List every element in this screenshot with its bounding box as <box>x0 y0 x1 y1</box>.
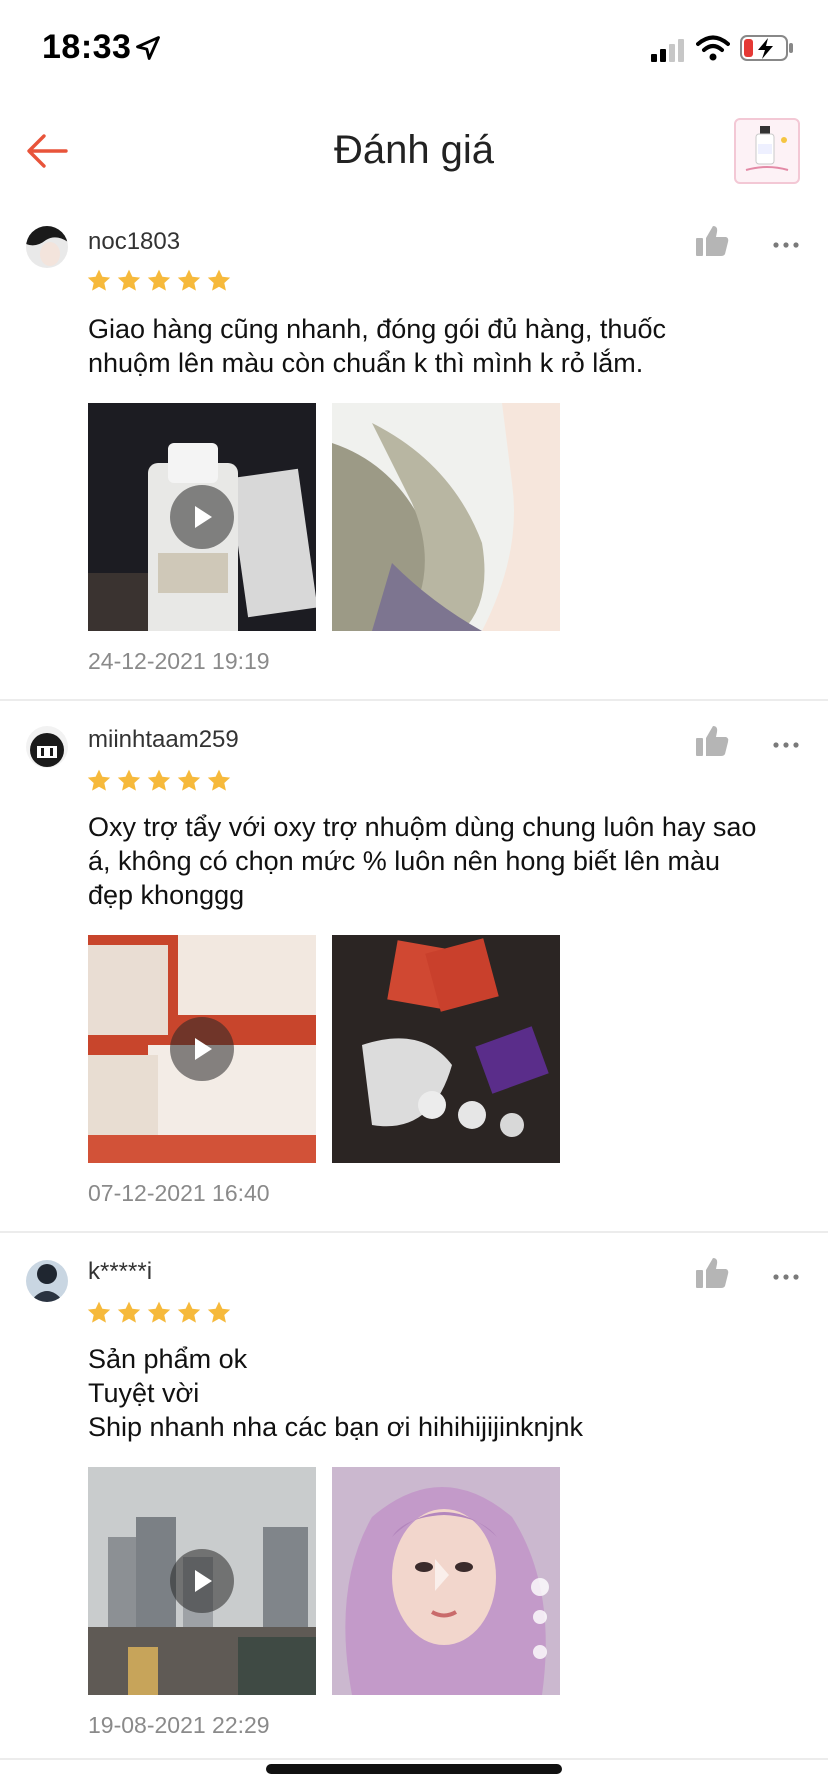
thumbs-up-icon[interactable] <box>694 224 730 258</box>
review-item: noc1803 Giao hàng cũng nhanh, đóng gói đ… <box>0 220 828 690</box>
rating-stars <box>86 1300 232 1326</box>
rating-stars <box>86 768 232 794</box>
review-video-thumbnail[interactable] <box>88 1467 316 1695</box>
review-text: Oxy trợ tẩy với oxy trợ nhuộm dùng chung… <box>88 812 757 910</box>
status-time: 18:33 <box>42 28 132 66</box>
review-image-thumbnail[interactable] <box>332 1467 560 1695</box>
divider <box>0 1231 828 1233</box>
page-title: Đánh giá <box>333 128 495 172</box>
wifi-icon <box>696 35 730 61</box>
star-icon <box>117 269 141 291</box>
thumbs-up-icon[interactable] <box>694 724 730 758</box>
review-item: miinhtaam259 Oxy trợ tẩy với oxy trợ nhu… <box>0 718 828 1218</box>
review-image-thumbnail[interactable] <box>332 403 560 631</box>
star-icon <box>147 269 171 291</box>
star-icon <box>177 1301 201 1323</box>
star-icon <box>207 1301 231 1323</box>
battery-charging-icon <box>740 35 793 61</box>
cellular-signal-icon <box>651 39 684 62</box>
review-date: 07-12-2021 16:40 <box>88 1180 270 1206</box>
divider <box>0 699 828 701</box>
review-image-thumbnail[interactable] <box>332 935 560 1163</box>
more-options-icon[interactable] <box>772 240 800 250</box>
user-avatar[interactable] <box>26 226 68 268</box>
review-username: noc1803 <box>88 228 181 255</box>
star-icon <box>87 1301 111 1323</box>
product-bottle-image <box>745 126 789 171</box>
location-arrow-icon <box>136 36 160 60</box>
star-icon <box>87 269 111 291</box>
review-item: k*****i Sản phẩm ok Tuyệt vời Ship nhanh… <box>0 1250 828 1750</box>
home-indicator <box>266 1764 562 1774</box>
star-icon <box>177 269 201 291</box>
user-avatar[interactable] <box>26 726 68 768</box>
star-icon <box>117 769 141 791</box>
review-video-thumbnail[interactable] <box>88 403 316 631</box>
rating-stars <box>86 268 232 294</box>
star-icon <box>87 769 111 791</box>
review-text: Sản phẩm ok Tuyệt vời Ship nhanh nha các… <box>88 1344 584 1442</box>
product-thumbnail[interactable] <box>734 118 800 184</box>
review-date: 19-08-2021 22:29 <box>88 1712 270 1738</box>
review-date: 24-12-2021 19:19 <box>88 648 270 674</box>
divider <box>0 1758 828 1760</box>
thumbs-up-icon[interactable] <box>694 1256 730 1290</box>
star-icon <box>147 769 171 791</box>
star-icon <box>207 269 231 291</box>
star-icon <box>147 1301 171 1323</box>
play-icon[interactable] <box>170 1549 234 1613</box>
star-icon <box>177 769 201 791</box>
more-options-icon[interactable] <box>772 1272 800 1282</box>
review-username: k*****i <box>88 1258 153 1285</box>
star-icon <box>117 1301 141 1323</box>
play-icon[interactable] <box>170 485 234 549</box>
user-avatar[interactable] <box>26 1260 68 1302</box>
app-header: Đánh giá <box>0 100 828 204</box>
star-icon <box>207 769 231 791</box>
review-video-thumbnail[interactable] <box>88 935 316 1163</box>
more-options-icon[interactable] <box>772 740 800 750</box>
play-icon[interactable] <box>170 1017 234 1081</box>
status-bar: 18:33 <box>0 0 828 100</box>
review-text: Giao hàng cũng nhanh, đóng gói đủ hàng, … <box>88 314 666 378</box>
review-username: miinhtaam259 <box>88 726 239 753</box>
